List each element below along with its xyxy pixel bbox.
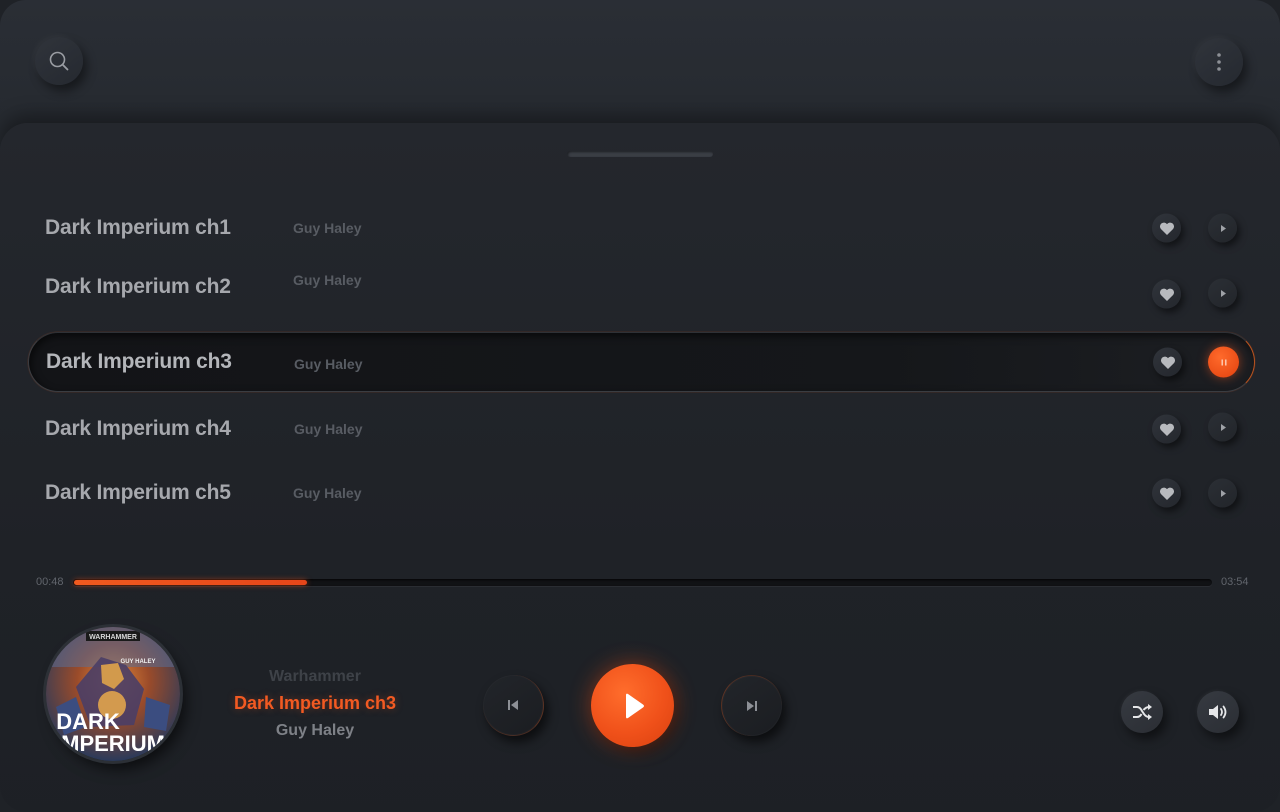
favorite-button[interactable] <box>1152 478 1181 508</box>
play-icon <box>1220 489 1226 497</box>
skip-next-icon <box>747 701 757 711</box>
favorite-button[interactable] <box>1152 414 1181 444</box>
music-player-app: Dark Imperium ch1 Guy Haley Dark Imperiu… <box>0 0 1280 812</box>
next-button[interactable] <box>721 675 782 736</box>
favorite-button[interactable] <box>1152 279 1181 309</box>
track-artist: Guy Haley <box>293 485 362 501</box>
favorite-button[interactable] <box>1152 213 1181 243</box>
play-icon <box>1220 224 1226 232</box>
shuffle-button[interactable] <box>1121 691 1163 733</box>
play-track-button[interactable] <box>1208 478 1237 508</box>
favorite-button[interactable] <box>1153 347 1182 377</box>
track-row[interactable]: Dark Imperium ch4 Guy Haley <box>28 399 1253 459</box>
heart-icon <box>1159 222 1174 235</box>
now-playing-album: Warhammer <box>269 668 361 685</box>
current-time: 00:48 <box>36 576 64 588</box>
volume-icon <box>1209 705 1227 719</box>
track-artist: Guy Haley <box>294 421 363 437</box>
heart-icon <box>1159 423 1174 436</box>
track-title: Dark Imperium ch4 <box>45 417 231 440</box>
search-button[interactable] <box>35 37 83 85</box>
progress-bar[interactable] <box>73 579 1212 586</box>
heart-icon <box>1159 487 1174 500</box>
more-options-button[interactable] <box>1195 38 1243 86</box>
play-icon <box>625 693 644 718</box>
play-icon <box>1220 423 1226 431</box>
track-artist: Guy Haley <box>293 271 362 288</box>
play-track-button[interactable] <box>1208 412 1237 442</box>
pause-track-button[interactable] <box>1208 346 1239 378</box>
cover-author: GUY HALEY <box>121 659 156 665</box>
play-track-button[interactable] <box>1208 213 1237 243</box>
previous-button[interactable] <box>483 675 544 736</box>
total-time: 03:54 <box>1221 576 1249 588</box>
track-title: Dark Imperium ch5 <box>45 481 231 504</box>
track-row[interactable]: Dark Imperium ch2 Guy Haley <box>28 257 1253 317</box>
album-cover-art: WARHAMMER GUY HALEY DARK IMPERIUM <box>46 627 180 761</box>
track-title: Dark Imperium ch2 <box>45 275 231 298</box>
heart-icon <box>1159 288 1174 301</box>
shuffle-icon <box>1133 704 1152 720</box>
track-row[interactable]: Dark Imperium ch5 Guy Haley <box>28 463 1253 523</box>
track-row-active[interactable]: Dark Imperium ch3 Guy Haley <box>28 332 1255 392</box>
play-button[interactable] <box>591 664 674 747</box>
heart-icon <box>1160 356 1175 369</box>
more-vertical-icon <box>1217 53 1221 71</box>
track-title: Dark Imperium ch1 <box>45 216 231 239</box>
skip-previous-icon <box>508 700 518 710</box>
track-artist: Guy Haley <box>293 220 362 236</box>
play-icon <box>1220 289 1226 297</box>
track-title: Dark Imperium ch3 <box>46 350 232 373</box>
now-playing-title: Dark Imperium ch3 <box>233 693 397 713</box>
now-playing-artist: Guy Haley <box>275 722 355 739</box>
volume-button[interactable] <box>1197 691 1239 733</box>
pause-icon <box>1221 359 1226 365</box>
track-row[interactable]: Dark Imperium ch1 Guy Haley <box>28 198 1253 258</box>
track-artist: Guy Haley <box>294 355 363 372</box>
cover-brand: WARHAMMER <box>89 634 137 641</box>
search-icon <box>49 51 69 71</box>
progress-fill <box>74 580 307 585</box>
album-cover: WARHAMMER GUY HALEY DARK IMPERIUM <box>46 627 180 761</box>
play-track-button[interactable] <box>1208 278 1237 308</box>
drag-handle[interactable] <box>567 151 713 157</box>
